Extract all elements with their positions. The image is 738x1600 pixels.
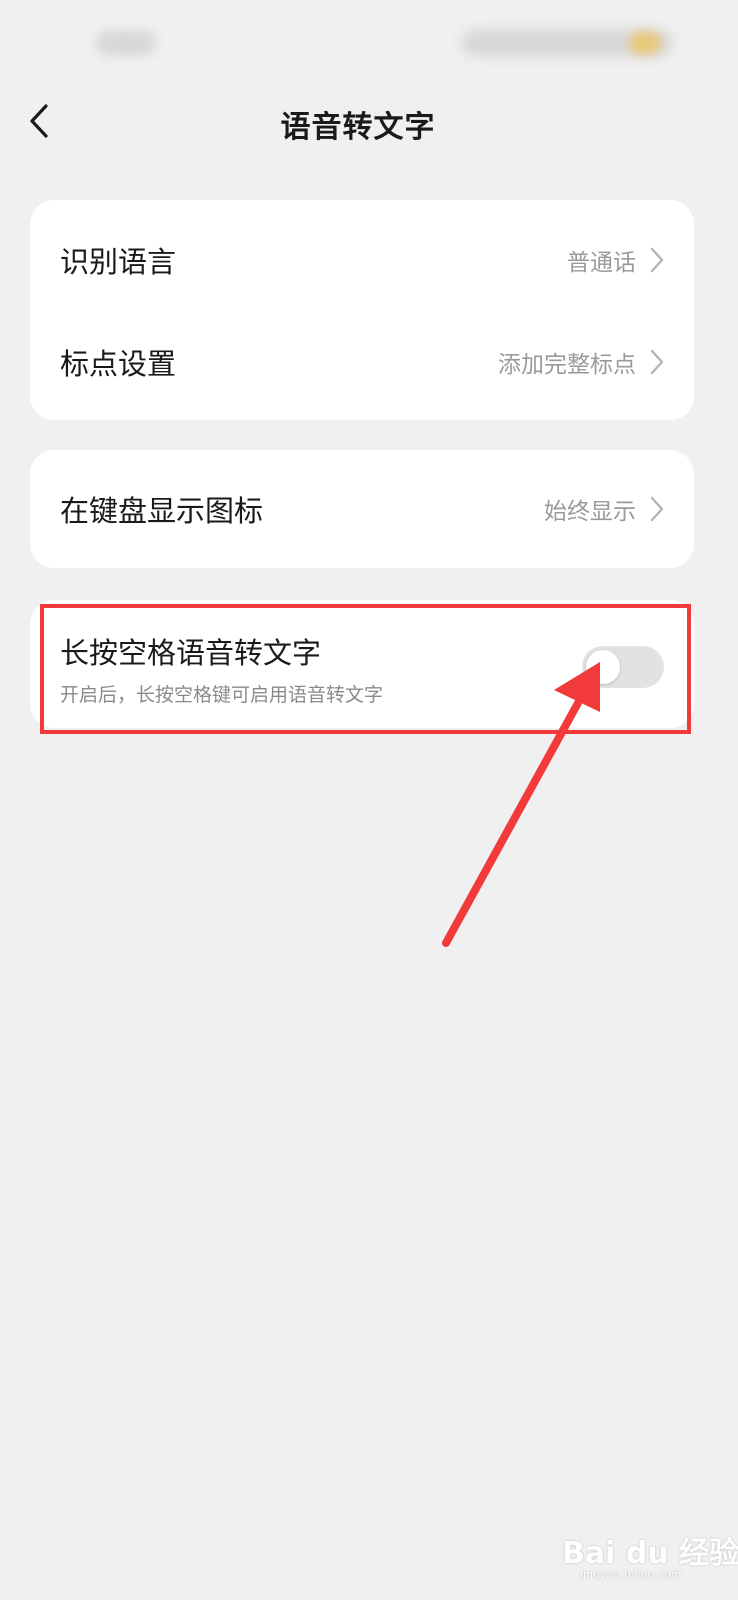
status-bar bbox=[0, 0, 738, 90]
long-press-space-toggle[interactable] bbox=[582, 646, 664, 688]
punctuation-value: 添加完整标点 bbox=[498, 352, 636, 378]
punctuation-row[interactable]: 标点设置 添加完整标点 bbox=[30, 312, 694, 412]
recognition-language-label: 识别语言 bbox=[60, 245, 177, 279]
baidu-watermark: Bai du 经验 jingyan.baidu.com bbox=[560, 1528, 738, 1590]
keyboard-icon-row[interactable]: 在键盘显示图标 始终显示 bbox=[30, 459, 694, 559]
chevron-right-icon bbox=[650, 247, 664, 273]
toggle-knob bbox=[586, 650, 620, 684]
status-time bbox=[96, 30, 156, 56]
keyboard-icon-label: 在键盘显示图标 bbox=[60, 494, 264, 528]
long-press-space-description: 开启后，长按空格键可启用语音转文字 bbox=[60, 684, 384, 706]
settings-card-long-press: 长按空格语音转文字 开启后，长按空格键可启用语音转文字 bbox=[30, 600, 694, 728]
watermark-text: Bai du 经验 bbox=[562, 1536, 738, 1571]
long-press-space-label: 长按空格语音转文字 bbox=[60, 636, 322, 670]
keyboard-icon-value: 始终显示 bbox=[544, 499, 636, 525]
recognition-language-value: 普通话 bbox=[567, 250, 636, 276]
battery-icon bbox=[630, 32, 660, 54]
settings-card-keyboard: 在键盘显示图标 始终显示 bbox=[30, 450, 694, 568]
watermark-sub: jingyan.baidu.com bbox=[580, 1568, 682, 1581]
chevron-right-icon bbox=[650, 349, 664, 375]
punctuation-label: 标点设置 bbox=[60, 347, 177, 381]
settings-card-recognition: 识别语言 普通话 标点设置 添加完整标点 bbox=[30, 200, 694, 420]
chevron-right-icon bbox=[650, 496, 664, 522]
recognition-language-row[interactable]: 识别语言 普通话 bbox=[30, 210, 694, 310]
page-title: 语音转文字 bbox=[280, 110, 436, 145]
nav-bar: 语音转文字 bbox=[0, 90, 738, 152]
